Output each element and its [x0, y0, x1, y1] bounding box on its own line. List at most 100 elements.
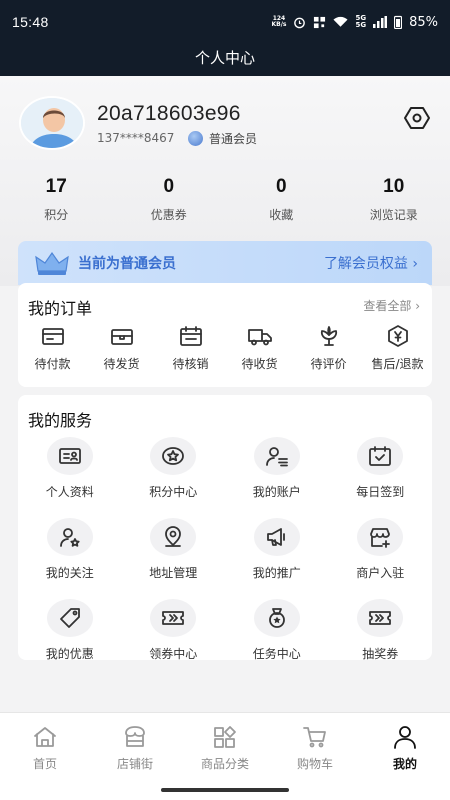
phone-number: 137****8467 — [97, 131, 175, 145]
tab-shop-street[interactable]: 店铺街 — [90, 713, 180, 800]
top-header: 15:48 124 KB/s 5G 5G 85% 个人中心 — [0, 0, 450, 76]
tab-cart[interactable]: 购物车 — [270, 713, 360, 800]
tab-label: 购物车 — [296, 757, 333, 771]
battery-level: 85% — [409, 14, 438, 30]
service-label: 我的账户 — [252, 485, 301, 499]
service-address[interactable]: 地址管理 — [122, 518, 226, 581]
tab-categories[interactable]: 商品分类 — [180, 713, 270, 800]
stat-value: 17 — [45, 176, 67, 197]
service-task-center[interactable]: 任务中心 — [225, 599, 329, 662]
order-label: 待付款 — [34, 357, 71, 371]
stat-label: 浏览记录 — [369, 208, 418, 222]
stat-favorites[interactable]: 0 收藏 — [225, 176, 338, 223]
services-card: 我的服务 个人资料 积分中心 我的账户 每日签到 我的关注 地址管理 我的推广 — [18, 395, 433, 662]
status-bar: 15:48 124 KB/s 5G 5G 85% — [0, 0, 450, 44]
service-label: 积分中心 — [149, 485, 198, 499]
order-pending-payment[interactable]: 待付款 — [18, 325, 87, 372]
member-status-text: 当前为普通会员 — [78, 256, 176, 272]
view-all-orders-link[interactable]: 查看全部 › — [363, 297, 420, 314]
truck-icon — [247, 329, 272, 346]
bottom-tab-bar: 首页 店铺街 商品分类 购物车 我的 — [0, 712, 450, 800]
service-label: 我的关注 — [45, 566, 94, 580]
services-title: 我的服务 — [28, 411, 93, 430]
home-indicator[interactable] — [161, 788, 289, 792]
network-speed-unit: KB/s — [271, 21, 287, 28]
settings-icon[interactable] — [404, 106, 430, 130]
stat-label: 优惠券 — [150, 208, 187, 222]
stat-label: 收藏 — [269, 208, 294, 222]
service-following[interactable]: 我的关注 — [18, 518, 122, 581]
service-merchant-join[interactable]: 商户入驻 — [329, 518, 433, 581]
service-label: 任务中心 — [252, 647, 301, 661]
package-icon — [110, 329, 133, 345]
store-add-icon — [370, 528, 391, 548]
tag-icon — [59, 608, 80, 628]
qr-icon — [314, 16, 326, 28]
stat-coupons[interactable]: 0 优惠券 — [113, 176, 226, 223]
calendar-check-icon — [369, 446, 392, 466]
order-pending-verification[interactable]: 待核销 — [156, 325, 225, 372]
avatar[interactable] — [19, 96, 85, 150]
service-promotion[interactable]: 我的推广 — [225, 518, 329, 581]
star-badge-icon — [162, 447, 185, 465]
member-level-label: 普通会员 — [209, 132, 258, 146]
shop-icon — [125, 726, 145, 747]
service-label: 我的优惠 — [45, 647, 94, 661]
yen-icon — [387, 325, 408, 347]
member-banner[interactable]: 当前为普通会员 了解会员权益 › — [18, 241, 432, 285]
service-label: 个人资料 — [45, 485, 94, 499]
service-my-account[interactable]: 我的账户 — [225, 437, 329, 500]
battery-icon — [394, 15, 403, 29]
order-after-sales[interactable]: 售后/退款 — [363, 325, 432, 372]
order-pending-review[interactable]: 待评价 — [294, 325, 363, 372]
wallet-icon — [41, 328, 64, 345]
stat-value: 0 — [163, 176, 175, 197]
stat-history[interactable]: 10 浏览记录 — [338, 176, 450, 223]
service-points-center[interactable]: 积分中心 — [122, 437, 226, 500]
megaphone-icon — [266, 528, 285, 546]
member-level-icon — [188, 131, 203, 146]
stats-row: 17 积分 0 优惠券 0 收藏 10 浏览记录 — [0, 176, 450, 223]
orders-title: 我的订单 — [28, 299, 93, 318]
ticket-icon — [162, 611, 185, 625]
calendar-icon — [179, 326, 202, 346]
service-lottery-ticket[interactable]: 抽奖券 — [329, 599, 433, 662]
order-label: 待评价 — [310, 357, 347, 371]
status-time: 15:48 — [12, 14, 49, 30]
order-label: 待收货 — [241, 357, 278, 371]
service-coupon-center[interactable]: 领券中心 — [122, 599, 226, 662]
service-label: 每日签到 — [356, 485, 405, 499]
tab-home[interactable]: 首页 — [0, 713, 90, 800]
service-label: 抽奖券 — [362, 647, 399, 661]
stat-points[interactable]: 17 积分 — [0, 176, 113, 223]
lottery-ticket-icon — [369, 611, 392, 625]
category-icon — [214, 726, 236, 748]
service-label: 地址管理 — [149, 566, 198, 580]
member-benefits-link[interactable]: 了解会员权益 › — [324, 253, 418, 273]
stat-label: 积分 — [44, 208, 69, 222]
sim-signal: 5G 5G — [355, 15, 366, 29]
user-star-icon — [59, 528, 80, 547]
alarm-icon — [294, 17, 306, 28]
service-label: 我的推广 — [252, 566, 301, 580]
tab-label: 首页 — [32, 757, 57, 771]
service-label: 领券中心 — [149, 647, 198, 661]
sim-bottom: 5G — [355, 21, 367, 29]
network-speed: 124 KB/s — [271, 16, 286, 28]
tab-mine[interactable]: 我的 — [360, 713, 450, 800]
medal-icon — [268, 608, 285, 628]
order-pending-receipt[interactable]: 待收货 — [225, 325, 294, 372]
service-daily-checkin[interactable]: 每日签到 — [329, 437, 433, 500]
tab-label: 店铺街 — [116, 757, 153, 771]
order-pending-shipment[interactable]: 待发货 — [87, 325, 156, 372]
service-my-discounts[interactable]: 我的优惠 — [18, 599, 122, 662]
user-list-icon — [265, 447, 288, 467]
flower-icon — [320, 326, 337, 346]
orders-card: 我的订单 查看全部 › 待付款 待发货 待核销 待收货 待评价 售后/退款 — [18, 283, 432, 387]
order-label: 待核销 — [172, 357, 209, 371]
service-profile[interactable]: 个人资料 — [18, 437, 122, 500]
username: 20a718603e96 — [97, 102, 241, 125]
wifi-icon — [333, 16, 348, 27]
crown-icon — [35, 251, 69, 275]
home-icon — [34, 727, 56, 747]
